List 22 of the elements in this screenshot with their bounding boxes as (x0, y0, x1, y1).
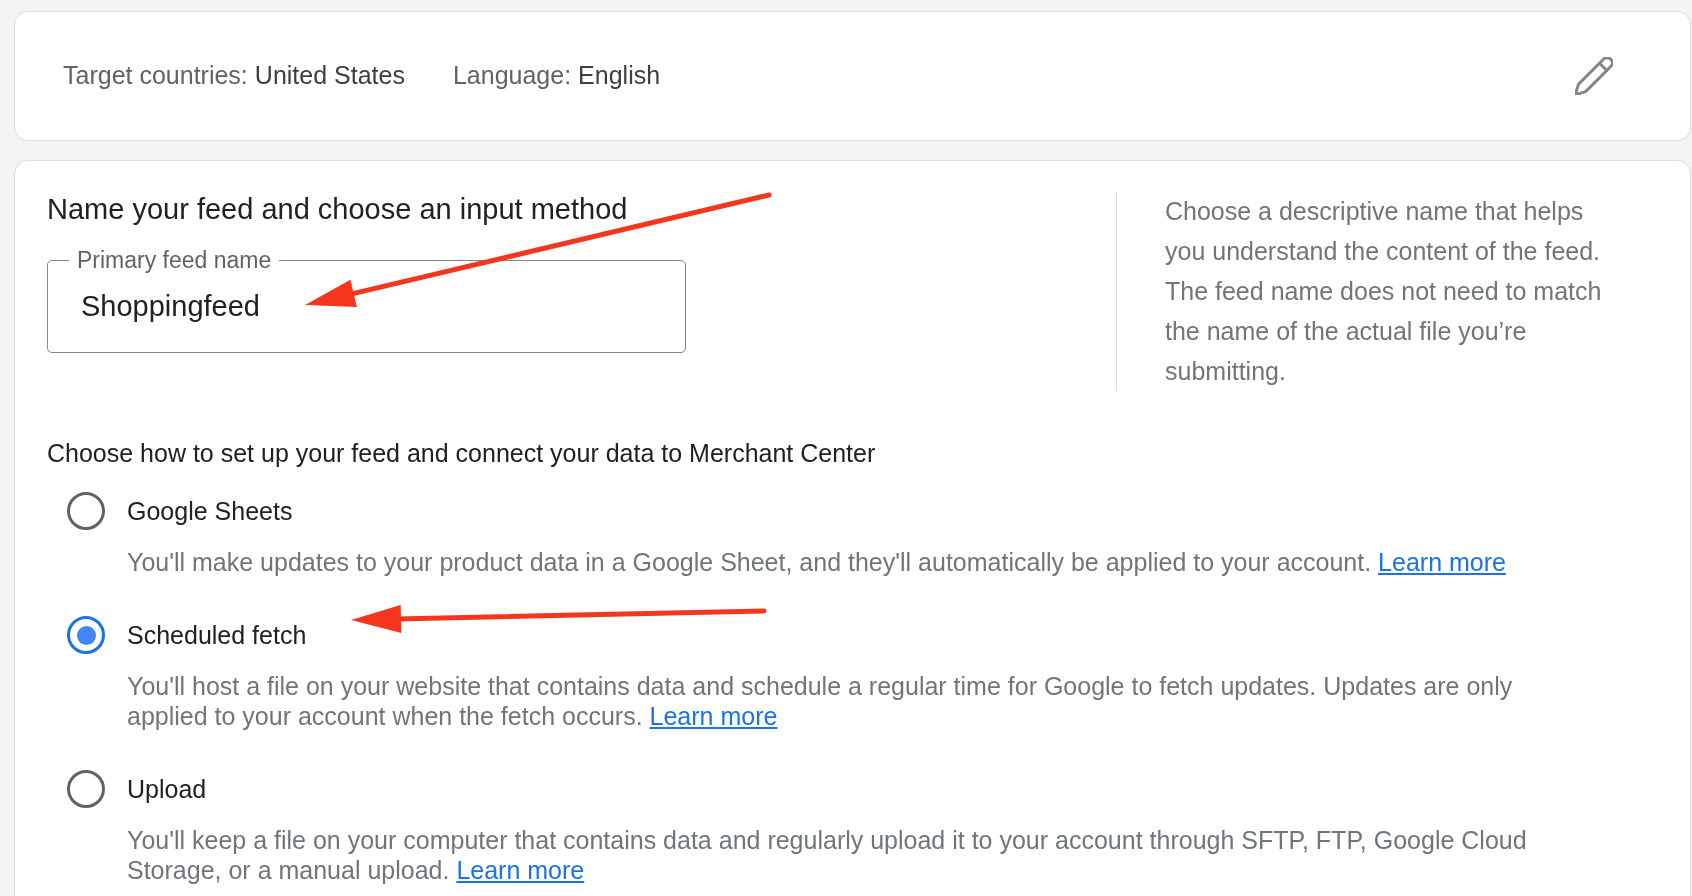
field-value: United States (254, 60, 405, 92)
option-description: You'll keep a file on your computer that contains data and regularly upload it to your account through SFTP, FTP, Google Cloud Storage, or a manual upload. Learn more (127, 825, 1528, 885)
option-label: Scheduled fetch (127, 620, 307, 650)
field-label: Language: (452, 60, 572, 92)
option-description: You'll host a file on your website that contains data and schedule a regular time for Google to fetch updates. Updates are only applied to your account when the fetch occurs. Learn more (127, 671, 1514, 731)
learn-more-link[interactable]: Learn more (456, 856, 585, 884)
option-label: Upload (127, 774, 207, 804)
field-label: Target countries: (63, 60, 248, 92)
option-label: Google Sheets (127, 496, 293, 526)
help-text: Choose a descriptive name that helps you understand the content of the feed. The feed name does not need to match the name of the actual file you’re submitting. (1165, 196, 1603, 387)
radio-button[interactable] (67, 492, 105, 530)
option-description: You'll make updates to your product data in a Google Sheet, and they'll automatically be applied to your account. Learn more (127, 547, 1507, 577)
radio-button[interactable] (67, 770, 105, 808)
learn-more-link[interactable]: Learn more (649, 702, 778, 730)
edit-button[interactable] (1574, 56, 1614, 96)
learn-more-link[interactable]: Learn more (1378, 548, 1506, 576)
field-label: Primary feed name (69, 247, 280, 273)
pencil-icon (1575, 57, 1613, 95)
radio-button[interactable] (67, 616, 105, 654)
input-method-prompt: Choose how to set up your feed and connect your data to Merchant Center (47, 438, 877, 468)
field-value: English (578, 60, 661, 92)
section-heading: Name your feed and choose an input method (47, 192, 629, 227)
